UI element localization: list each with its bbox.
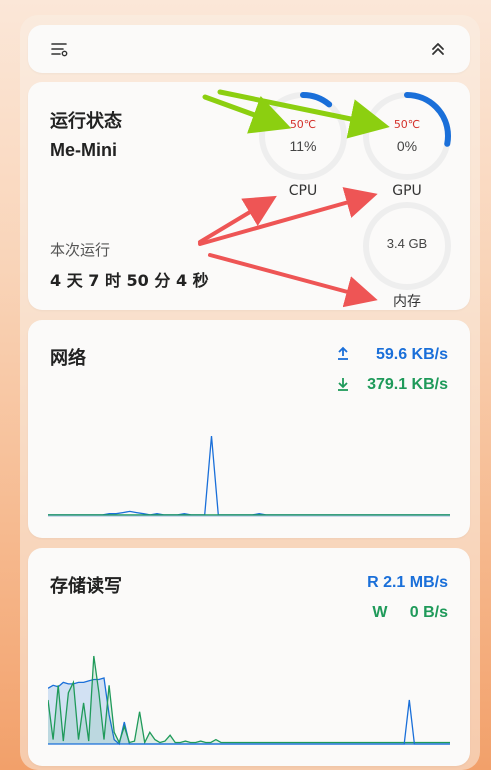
- network-chart: [48, 435, 450, 517]
- download-speed: 379.1 KB/s: [367, 376, 448, 393]
- upload-arrow-icon: [336, 345, 350, 366]
- gpu-label: GPU: [392, 183, 422, 199]
- gpu-temp: 50℃: [393, 118, 421, 131]
- uptime-value: 4 天 7 时 50 分 4 秒: [50, 271, 209, 290]
- uptime-label: 本次运行: [50, 241, 111, 259]
- cpu-gauge: 50℃ 11%: [257, 90, 349, 182]
- write-speed: W 0 B/s: [372, 604, 448, 621]
- storage-title: 存储读写: [50, 576, 122, 597]
- gpu-gauge: 50℃ 0%: [361, 90, 453, 182]
- read-speed: R 2.1 MB/s: [367, 574, 448, 591]
- device-name: Me-Mini: [50, 140, 117, 160]
- storage-card: 存储读写 R 2.1 MB/s W 0 B/s: [28, 548, 470, 766]
- filter-list-icon[interactable]: [48, 37, 72, 61]
- storage-chart: [48, 655, 450, 746]
- network-title: 网络: [50, 348, 86, 369]
- double-chevron-up-icon[interactable]: [426, 37, 450, 61]
- status-title: 运行状态: [50, 111, 122, 132]
- cpu-label: CPU: [288, 183, 318, 199]
- memory-value: 3.4 GB: [386, 236, 428, 251]
- network-card: 网络 59.6 KB/s 379.1 KB/s: [28, 320, 470, 538]
- cpu-usage: 11%: [289, 138, 317, 154]
- upload-speed: 59.6 KB/s: [375, 346, 448, 363]
- download-arrow-icon: [336, 376, 350, 397]
- top-bar: [28, 25, 470, 73]
- cpu-temp: 50℃: [289, 118, 317, 131]
- gpu-usage: 0%: [396, 138, 418, 154]
- network-chart-series-0: [48, 435, 450, 516]
- memory-label: 内存: [393, 294, 421, 310]
- status-card: 运行状态 Me-Mini 本次运行 4 天 7 时 50 分 4 秒 50℃ 1…: [28, 82, 470, 310]
- memory-gauge: 3.4 GB: [361, 200, 453, 292]
